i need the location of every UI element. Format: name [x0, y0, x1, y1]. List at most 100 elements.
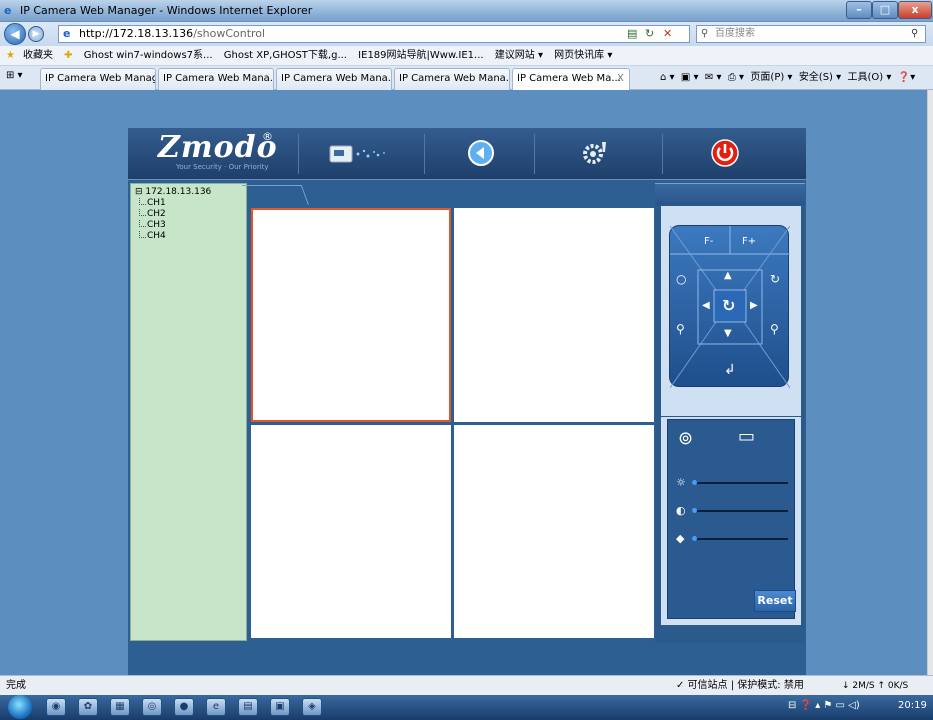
tilt-up-icon[interactable]: ▲ [724, 270, 732, 281]
print-icon[interactable]: ⎙ ▾ [728, 72, 744, 83]
safety-menu[interactable]: 安全(S) ▾ [799, 72, 841, 83]
start-button[interactable] [8, 695, 32, 719]
system-tray[interactable]: ⊟ ❓ ▴ ⚑ ▭ ◁) [788, 700, 860, 711]
url-input[interactable]: e http://172.18.13.136/showControl ▤ ↻ ✕ [58, 25, 690, 43]
favorite-link[interactable]: Ghost XP,GHOST下载,g... [224, 50, 347, 61]
auto-rotate-icon[interactable]: ↻ [722, 296, 735, 315]
page-menu[interactable]: 页面(P) ▾ [750, 72, 792, 83]
tab-close-button[interactable]: X [617, 69, 624, 89]
taskbar-app-icon[interactable]: ● [174, 698, 194, 716]
stop-icon[interactable]: ✕ [663, 26, 672, 42]
favorite-link[interactable]: 建议网站 ▾ [495, 50, 543, 61]
search-engine-icon: ⚲ [701, 28, 709, 39]
tree-channel-ch2[interactable]: CH2 [135, 209, 246, 220]
favorites-bar: ★ 收藏夹 ✚ Ghost win7-windows7系... Ghost XP,… [0, 46, 933, 66]
favorite-link[interactable]: IE189网站导航|Www.IE1... [358, 50, 483, 61]
security-zone[interactable]: ✓ 可信站点 | 保护模式: 禁用 [676, 677, 804, 695]
brightness-slider-knob[interactable] [692, 480, 697, 485]
page-scrollbar[interactable] [927, 90, 933, 675]
control-panel-header [655, 183, 805, 205]
tab-2[interactable]: IP Camera Web Mana... [158, 68, 274, 90]
search-icon[interactable]: ⚲ [911, 26, 918, 42]
taskbar-app-icon[interactable]: ◈ [302, 698, 322, 716]
zoom-in-icon[interactable]: ⚲ [770, 322, 779, 336]
forward-button[interactable]: ▶ [28, 26, 44, 42]
favorites-label[interactable]: 收藏夹 [23, 50, 53, 61]
live-view-camera-icon[interactable] [328, 138, 398, 168]
command-bar: ⌂ ▾ ▣ ▾ ✉ ▾ ⎙ ▾ 页面(P) ▾ 安全(S) ▾ 工具(O) ▾ … [660, 70, 915, 86]
taskbar-clock[interactable]: 20:19 [898, 700, 927, 711]
brand-tagline: Your Security · Our Priority [176, 163, 269, 171]
home-icon[interactable]: ⌂ ▾ [660, 72, 675, 83]
favorites-star-icon[interactable]: ★ [6, 50, 15, 61]
page-icon: e [63, 27, 71, 40]
taskbar-app-icon[interactable]: ◉ [46, 698, 66, 716]
contrast-slider[interactable] [692, 510, 788, 512]
taskbar-app-icon[interactable]: ✿ [78, 698, 98, 716]
ptz-control: F- F+ ○ ↻ ▲ ◀ ↻ ▶ ▼ ⚲ ⚲ ↲ [669, 225, 790, 388]
taskbar-ie-icon[interactable]: e [206, 698, 226, 716]
forward-arrow-icon: ▶ [32, 29, 40, 39]
tree-channel-ch4[interactable]: CH4 [135, 231, 246, 242]
focus-plus-button[interactable]: F+ [742, 236, 756, 247]
tab-3[interactable]: IP Camera Web Mana... [276, 68, 392, 90]
contrast-slider-knob[interactable] [692, 508, 697, 513]
search-input[interactable]: ⚲ 百度搜索 ⚲ [696, 25, 926, 43]
refresh-icon[interactable]: ↻ [645, 26, 654, 42]
address-toolbar: ◀ ▶ e http://172.18.13.136/showControl ▤… [0, 22, 933, 46]
tab-5-active[interactable]: IP Camera Web Ma... X [512, 68, 630, 90]
taskbar-app-icon[interactable]: ▣ [270, 698, 290, 716]
favorite-link[interactable]: Ghost win7-windows7系... [84, 50, 213, 61]
power-logout-icon[interactable] [708, 138, 742, 168]
iris-open-icon[interactable]: ○ [676, 272, 686, 286]
status-bar: 完成 ✓ 可信站点 | 保护模式: 禁用 ↓ 2M/S ↑ 0K/S [0, 675, 933, 695]
tilt-down-icon[interactable]: ▼ [724, 328, 732, 339]
video-cell-4[interactable] [454, 425, 654, 638]
feeds-icon[interactable]: ▣ ▾ [681, 72, 699, 83]
registered-mark: ® [262, 130, 273, 143]
taskbar: ◉ ✿ ▦ ◎ ● e ▤ ▣ ◈ ⊟ ❓ ▴ ⚑ ▭ ◁) 20:19 [0, 695, 933, 720]
saturation-slider[interactable] [692, 538, 788, 540]
minimize-button[interactable]: – [846, 1, 872, 19]
tree-root-node[interactable]: ⊟ 172.18.13.136 [135, 187, 246, 198]
iris-rotate-icon[interactable]: ↻ [770, 272, 780, 286]
playback-icon[interactable] [464, 138, 498, 168]
monitor-icon[interactable]: ▭ [738, 426, 755, 447]
taskbar-app-icon[interactable]: ▤ [238, 698, 258, 716]
taskbar-app-icon[interactable]: ◎ [142, 698, 162, 716]
tab-label: IP Camera Web Manag... [45, 73, 156, 84]
tab-label: IP Camera Web Mana... [163, 73, 274, 84]
mail-icon[interactable]: ✉ ▾ [705, 72, 722, 83]
saturation-slider-knob[interactable] [692, 536, 697, 541]
tab-1[interactable]: IP Camera Web Manag... [40, 68, 156, 90]
favorite-link[interactable]: 网页快讯库 ▾ [554, 50, 612, 61]
back-button[interactable]: ◀ [4, 23, 26, 45]
image-adjust-inner: ⊚ ▭ ☼ ◐ ◆ Reset [667, 419, 796, 619]
close-button[interactable]: x [898, 1, 932, 19]
brightness-slider[interactable] [692, 482, 788, 484]
pan-left-icon[interactable]: ◀ [702, 300, 710, 311]
video-cell-2[interactable] [454, 208, 654, 422]
maximize-button[interactable]: □ [872, 1, 898, 19]
tree-channel-ch3[interactable]: CH3 [135, 220, 246, 231]
video-cell-1-selected[interactable] [251, 208, 451, 422]
tools-menu[interactable]: 工具(O) ▾ [848, 72, 892, 83]
tree-channel-ch1[interactable]: CH1 [135, 198, 246, 209]
settings-gear-icon[interactable] [578, 138, 612, 168]
return-home-icon[interactable]: ↲ [724, 362, 736, 378]
video-tab[interactable] [241, 185, 309, 205]
quick-tabs-icon[interactable]: ⊞ ▾ [6, 70, 23, 81]
collapse-icon[interactable]: ⊟ [135, 187, 143, 197]
video-cell-3[interactable] [251, 425, 451, 638]
pan-right-icon[interactable]: ▶ [750, 300, 758, 311]
taskbar-app-icon[interactable]: ▦ [110, 698, 130, 716]
help-icon[interactable]: ❓▾ [898, 72, 915, 83]
zoom-out-icon[interactable]: ⚲ [676, 322, 685, 336]
reset-button[interactable]: Reset [754, 590, 796, 612]
add-favorite-icon[interactable]: ✚ [64, 50, 72, 61]
image-adjust-panel: ⊚ ▭ ☼ ◐ ◆ Reset [661, 417, 801, 625]
webcam-icon[interactable]: ⊚ [678, 428, 693, 449]
focus-minus-button[interactable]: F- [704, 236, 713, 247]
compat-view-icon[interactable]: ▤ [627, 26, 637, 42]
tab-4[interactable]: IP Camera Web Mana... [394, 68, 510, 90]
